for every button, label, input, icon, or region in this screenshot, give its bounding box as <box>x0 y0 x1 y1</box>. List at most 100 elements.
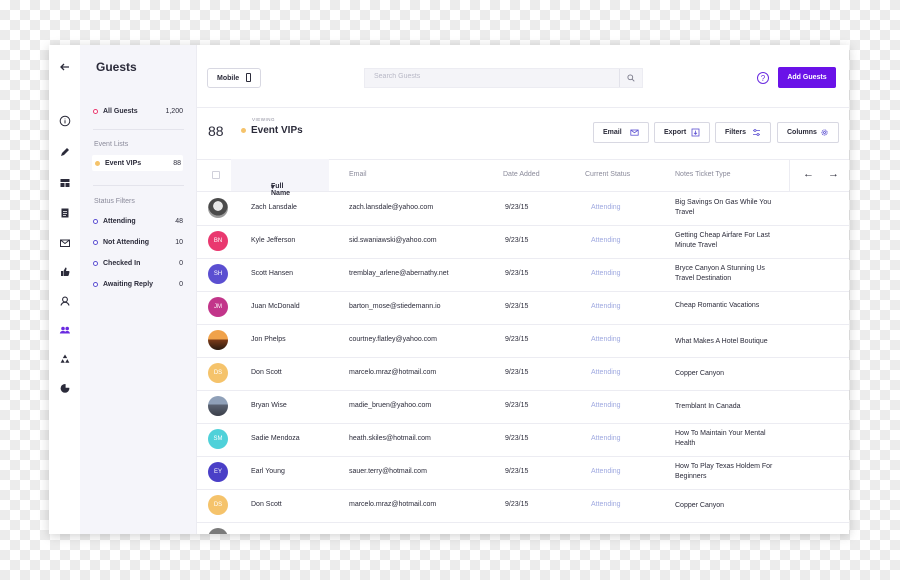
sidebar-item-count: 10 <box>175 238 183 246</box>
sidebar-filter-awaiting-reply[interactable]: Awaiting Reply 0 <box>93 276 183 292</box>
avatar <box>208 330 228 350</box>
guest-email: sauer.terry@hotmail.com <box>349 468 427 475</box>
sidebar-item-label: Not Attending <box>103 238 150 246</box>
sidebar-item-count: 1,200 <box>165 107 183 115</box>
column-header-status[interactable]: Current Status <box>585 171 630 178</box>
status-text: Attending <box>591 402 621 409</box>
email-button[interactable]: Email <box>593 122 649 143</box>
sidebar-item-label: Awaiting Reply <box>103 280 154 288</box>
guest-name[interactable]: Sadie Mendoza <box>251 435 300 442</box>
column-header-email[interactable]: Email <box>349 171 367 178</box>
sidebar-item-event-vips[interactable]: Event VIPs 88 <box>92 155 183 171</box>
status-text: Attending <box>591 435 621 442</box>
columns-button[interactable]: Columns <box>777 122 839 143</box>
columns-button-label: Columns <box>787 129 817 136</box>
export-button[interactable]: Export <box>654 122 710 143</box>
back-arrow-icon[interactable] <box>57 59 72 74</box>
search-input[interactable] <box>374 73 594 80</box>
thumbs-up-icon[interactable] <box>57 264 72 279</box>
column-header-full-name[interactable]: Full Name ▾ <box>231 159 329 197</box>
table-row[interactable]: EY Earl Young sauer.terry@hotmail.com 9/… <box>197 456 849 490</box>
filters-button-label: Filters <box>725 129 747 136</box>
sidebar-filter-checked-in[interactable]: Checked In 0 <box>93 255 183 271</box>
status-dot-icon <box>93 218 98 224</box>
filters-button[interactable]: Filters <box>715 122 771 143</box>
guest-name[interactable]: Kyle Jefferson <box>251 237 295 244</box>
ticket-note: Copper Canyon <box>675 370 725 377</box>
sidebar-filter-not-attending[interactable]: Not Attending 10 <box>93 234 183 250</box>
mobile-preview-button[interactable]: Mobile <box>207 68 261 88</box>
arrow-left-icon[interactable]: ← <box>803 168 814 180</box>
ticket-note: Getting Cheap Airfare For Last Minute Tr… <box>675 232 770 249</box>
status-text: Attending <box>591 270 621 277</box>
status-text: Attending <box>591 237 621 244</box>
date-added: 9/23/15 <box>505 204 529 211</box>
status-dot-icon <box>95 160 100 166</box>
info-icon[interactable] <box>57 113 72 128</box>
status-dot-icon <box>93 239 98 245</box>
dashboard-icon[interactable] <box>57 175 72 190</box>
table-row[interactable]: Jon Phelps courtney.flatley@yahoo.com 9/… <box>197 324 849 358</box>
sidebar-filter-attending[interactable]: Attending 48 <box>93 213 183 229</box>
table-row[interactable]: Zach Lansdale zach.lansdale@yahoo.com 9/… <box>197 192 849 226</box>
select-all-checkbox[interactable] <box>212 171 220 179</box>
pen-icon[interactable] <box>57 144 72 159</box>
guest-name[interactable]: Jon Phelps <box>251 336 286 343</box>
group-icon[interactable] <box>57 322 72 337</box>
table-row[interactable]: JM Juan McDonald barton_mose@stiedemann.… <box>197 291 849 325</box>
guest-email: marcelo.mraz@hotmail.com <box>349 369 437 376</box>
status-text: Attending <box>591 204 621 211</box>
date-added: 9/23/15 <box>505 468 529 475</box>
table-row[interactable]: SH Scott Hansen tremblay_arlene@abernath… <box>197 258 849 292</box>
list-title: Event VIPs <box>251 125 303 136</box>
table-row[interactable]: Bryan Wise madie_bruen@yahoo.com 9/23/15… <box>197 390 849 424</box>
guest-name[interactable]: Scott Hansen <box>251 270 293 277</box>
ticket-note: Tremblant In Canada <box>675 403 741 410</box>
ticket-note: Big Savings On Gas While You Travel <box>675 199 772 216</box>
add-guests-button[interactable]: Add Guests <box>778 67 836 88</box>
ticket-note: How To Play Texas Holdem For Beginners <box>675 463 773 480</box>
status-text: Attending <box>591 468 621 475</box>
guest-name[interactable]: Don Scott <box>251 501 282 508</box>
arrow-right-icon[interactable]: → <box>828 168 839 180</box>
status-text: Attending <box>591 336 621 343</box>
guest-name[interactable]: Earl Young <box>251 468 285 475</box>
table-row[interactable]: DS Don Scott marcelo.mraz@hotmail.com 9/… <box>197 357 849 391</box>
column-header-date-added[interactable]: Date Added <box>503 171 540 178</box>
ticket-note: What Makes A Hotel Boutique <box>675 338 768 345</box>
avatar: DS <box>208 363 228 383</box>
guest-name[interactable]: Juan McDonald <box>251 303 300 310</box>
clipboard-icon[interactable] <box>57 205 72 220</box>
table-row[interactable]: BN Kyle Jefferson sid.swaniawski@yahoo.c… <box>197 225 849 259</box>
recycle-icon[interactable] <box>57 351 72 366</box>
guest-name[interactable]: Zach Lansdale <box>251 204 297 211</box>
pie-chart-icon[interactable] <box>57 380 72 395</box>
guest-name[interactable]: Don Scott <box>251 369 282 376</box>
avatar <box>208 198 228 218</box>
table-row[interactable]: DS Don Scott marcelo.mraz@hotmail.com 9/… <box>197 489 849 523</box>
sidebar-item-count: 88 <box>173 159 181 167</box>
search-icon[interactable] <box>619 69 642 87</box>
guest-email: courtney.flatley@yahoo.com <box>349 336 437 343</box>
icon-rail <box>49 45 81 534</box>
person-icon[interactable] <box>57 293 72 308</box>
avatar: SM <box>208 429 228 449</box>
status-dot-icon <box>93 108 98 114</box>
sidebar-item-all-guests[interactable]: All Guests 1,200 <box>93 103 183 119</box>
sidebar-item-label: Checked In <box>103 259 141 267</box>
column-header-notes[interactable]: Notes Ticket Type <box>675 171 731 178</box>
event-lists-heading: Event Lists <box>94 141 129 148</box>
mobile-button-label: Mobile <box>217 74 240 82</box>
sort-down-icon: ▾ <box>271 184 275 191</box>
mail-icon[interactable] <box>57 235 72 250</box>
date-added: 9/23/15 <box>505 369 529 376</box>
guests-sidebar: Guests All Guests 1,200 Event Lists Even… <box>80 45 197 534</box>
table-row[interactable]: SM Sadie Mendoza heath.skiles@hotmail.co… <box>197 423 849 457</box>
export-button-label: Export <box>664 129 687 136</box>
divider <box>93 129 184 130</box>
sliders-icon <box>752 128 761 137</box>
sidebar-item-label: All Guests <box>103 107 138 115</box>
export-icon <box>691 128 700 137</box>
guest-name[interactable]: Bryan Wise <box>251 402 287 409</box>
help-icon[interactable]: ? <box>757 72 769 84</box>
